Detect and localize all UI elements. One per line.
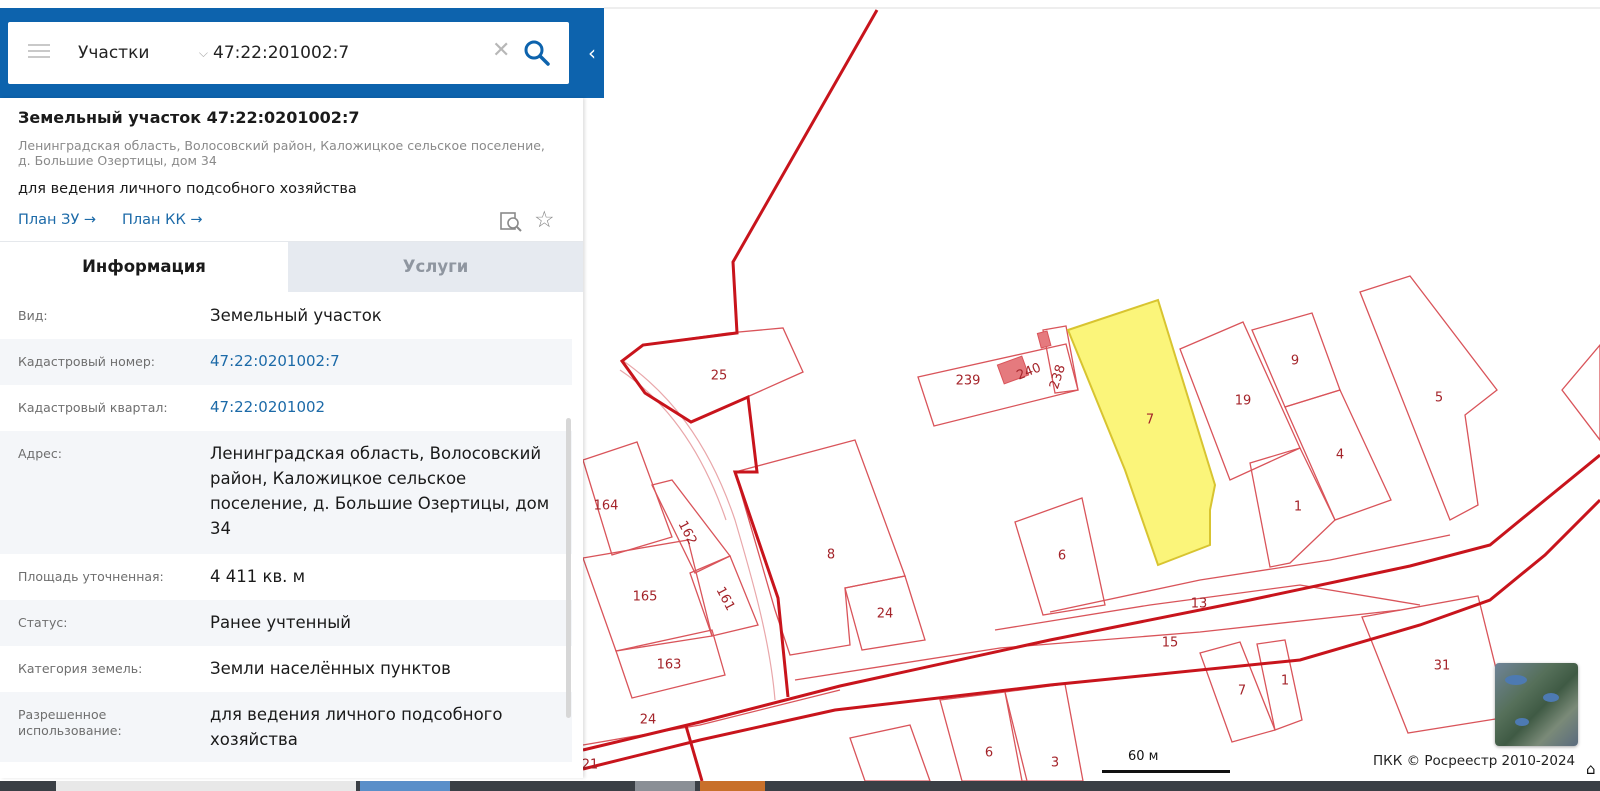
tab-information[interactable]: Информация bbox=[0, 242, 288, 292]
satellite-basemap-thumbnail[interactable] bbox=[1495, 663, 1578, 746]
parcel-label: 24 bbox=[640, 713, 657, 728]
parcel-label: 163 bbox=[657, 658, 682, 673]
info-table: Вид: Земельный участок Кадастровый номер… bbox=[0, 293, 572, 762]
parcel-use: для ведения личного подсобного хозяйства bbox=[18, 181, 357, 197]
row-label: Статус: bbox=[18, 615, 68, 630]
tab-services[interactable]: Услуги bbox=[288, 242, 583, 292]
table-row: Площадь уточненная: 4 411 кв. м bbox=[0, 554, 572, 600]
table-row: Категория земель: Земли населённых пункт… bbox=[0, 646, 572, 692]
row-value: Ранее учтенный bbox=[210, 613, 351, 632]
parcel-label: 15 bbox=[1162, 636, 1179, 651]
parcel-label: 19 bbox=[1235, 394, 1252, 409]
table-row: Статус: Ранее учтенный bbox=[0, 600, 572, 646]
row-label: Площадь уточненная: bbox=[18, 569, 164, 584]
plan-zu-link[interactable]: План ЗУ → bbox=[18, 212, 96, 228]
row-label: Адрес: bbox=[18, 446, 62, 461]
search-input[interactable] bbox=[213, 36, 483, 70]
parcel-label: 1 bbox=[1294, 500, 1302, 515]
parcel-label: 5 bbox=[1435, 391, 1443, 406]
parcel-label: 24 bbox=[877, 607, 894, 622]
cadastral-number-link[interactable]: 47:22:0201002:7 bbox=[210, 349, 565, 374]
clear-icon[interactable]: ✕ bbox=[492, 38, 510, 63]
row-value: Земли населённых пунктов bbox=[210, 659, 451, 678]
info-panel: Земельный участок 47:22:0201002:7 Ленинг… bbox=[0, 98, 583, 778]
search-box: Участки ⌵ ✕ bbox=[8, 22, 569, 84]
row-label: Кадастровый номер: bbox=[18, 354, 155, 369]
parcel-label: 6 bbox=[1058, 549, 1066, 564]
table-row: Кадастровый номер: 47:22:0201002:7 bbox=[0, 339, 572, 385]
table-row: Адрес: Ленинградская область, Волосовски… bbox=[0, 431, 572, 554]
parcel-label: 7 bbox=[1146, 413, 1154, 428]
row-value: для ведения личного подсобного хозяйства bbox=[210, 705, 503, 749]
parcel-title: Земельный участок 47:22:0201002:7 bbox=[18, 108, 360, 127]
parcel-label: 21 bbox=[582, 758, 599, 773]
attribution: ПКК © Росреестр 2010-2024 bbox=[1373, 753, 1576, 769]
cadastral-quarter-link[interactable]: 47:22:0201002 bbox=[210, 395, 565, 420]
search-icon[interactable] bbox=[522, 38, 552, 68]
layer-select-label: Участки bbox=[78, 43, 150, 63]
scale-bar bbox=[1102, 770, 1230, 773]
plan-kk-link[interactable]: План КК → bbox=[122, 212, 203, 228]
parcel-label: 1 bbox=[1281, 674, 1289, 689]
parcel-label: 25 bbox=[711, 369, 728, 384]
table-row: Кадастровый квартал: 47:22:0201002 bbox=[0, 385, 572, 431]
home-icon[interactable]: ⌂ bbox=[1586, 760, 1596, 778]
table-row: Разрешенное использование: для ведения л… bbox=[0, 692, 572, 762]
row-label: Категория земель: bbox=[18, 661, 143, 676]
collapse-panel-icon[interactable]: ‹ bbox=[580, 8, 604, 98]
parcel-label: 8 bbox=[827, 548, 835, 563]
row-label: Кадастровый квартал: bbox=[18, 400, 168, 415]
chevron-down-icon: ⌵ bbox=[198, 46, 208, 60]
row-value: Ленинградская область, Волосовский район… bbox=[210, 444, 550, 538]
parcel-label: 13 bbox=[1191, 597, 1208, 612]
search-bar-container: Участки ⌵ ✕ bbox=[0, 8, 604, 98]
panel-scrollbar[interactable] bbox=[566, 418, 571, 718]
row-value: Земельный участок bbox=[210, 306, 382, 325]
parcel-label: 3 bbox=[1051, 756, 1059, 771]
parcel-address: Ленинградская область, Волосовский район… bbox=[18, 138, 545, 168]
zoom-to-parcel-icon[interactable] bbox=[499, 210, 523, 234]
favorite-star-icon[interactable]: ☆ bbox=[534, 208, 555, 232]
row-label: Разрешенное использование: bbox=[18, 707, 122, 738]
parcel-label: 7 bbox=[1238, 684, 1246, 699]
layer-select[interactable]: Участки ⌵ bbox=[78, 22, 208, 84]
parcel-label: 6 bbox=[985, 746, 993, 761]
table-row: Вид: Земельный участок bbox=[0, 293, 572, 339]
row-value: 4 411 кв. м bbox=[210, 567, 306, 586]
menu-icon[interactable] bbox=[26, 40, 52, 66]
taskbar-strip bbox=[0, 781, 1600, 791]
parcel-label: 165 bbox=[633, 590, 658, 605]
parcel-label: 239 bbox=[956, 374, 981, 389]
scale-label: 60 м bbox=[1128, 749, 1159, 764]
parcel-label: 4 bbox=[1336, 448, 1344, 463]
row-label: Вид: bbox=[18, 308, 48, 323]
tab-bar: Информация Услуги bbox=[0, 241, 583, 292]
parcel-label: 9 bbox=[1291, 354, 1299, 369]
parcel-label: 164 bbox=[594, 499, 619, 514]
parcel-label: 31 bbox=[1434, 659, 1451, 674]
